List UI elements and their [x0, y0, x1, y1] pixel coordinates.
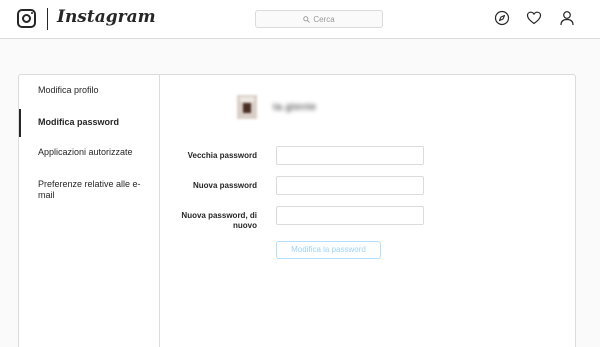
search-icon: [303, 15, 311, 23]
new-password-label: Nuova password: [192, 181, 257, 190]
change-password-button[interactable]: Modifica la password: [276, 241, 381, 259]
instagram-logo-icon[interactable]: [17, 9, 36, 28]
new-password-field[interactable]: [276, 176, 424, 195]
top-navigation-bar: Instagram Cerca: [0, 0, 600, 39]
logo-divider: [47, 8, 48, 30]
sidebar-item-authorized-apps[interactable]: Applicazioni autorizzate: [19, 147, 160, 158]
avatar: [237, 95, 257, 119]
username: ta.gtente: [273, 101, 317, 113]
settings-panel: Modifica profilo Modifica password Appli…: [18, 74, 576, 347]
sidebar-item-email-preferences[interactable]: Preferenze relative alle e-mail: [19, 179, 160, 201]
confirm-password-field[interactable]: [276, 206, 424, 225]
old-password-label: Vecchia password: [187, 151, 257, 160]
confirm-password-label: Nuova password, di nuovo: [181, 211, 257, 230]
old-password-field[interactable]: [276, 146, 424, 165]
user-row: ta.gtente: [237, 95, 316, 119]
search-placeholder: Cerca: [313, 14, 335, 24]
sidebar-item-edit-profile[interactable]: Modifica profilo: [19, 85, 160, 96]
search-input[interactable]: Cerca: [255, 10, 383, 28]
sidebar-item-change-password[interactable]: Modifica password: [19, 109, 160, 137]
settings-sidebar: Modifica profilo Modifica password Appli…: [19, 75, 160, 347]
instagram-wordmark[interactable]: Instagram: [57, 7, 156, 27]
profile-icon[interactable]: [559, 10, 575, 26]
compass-icon[interactable]: [494, 10, 510, 26]
heart-icon[interactable]: [526, 10, 542, 26]
